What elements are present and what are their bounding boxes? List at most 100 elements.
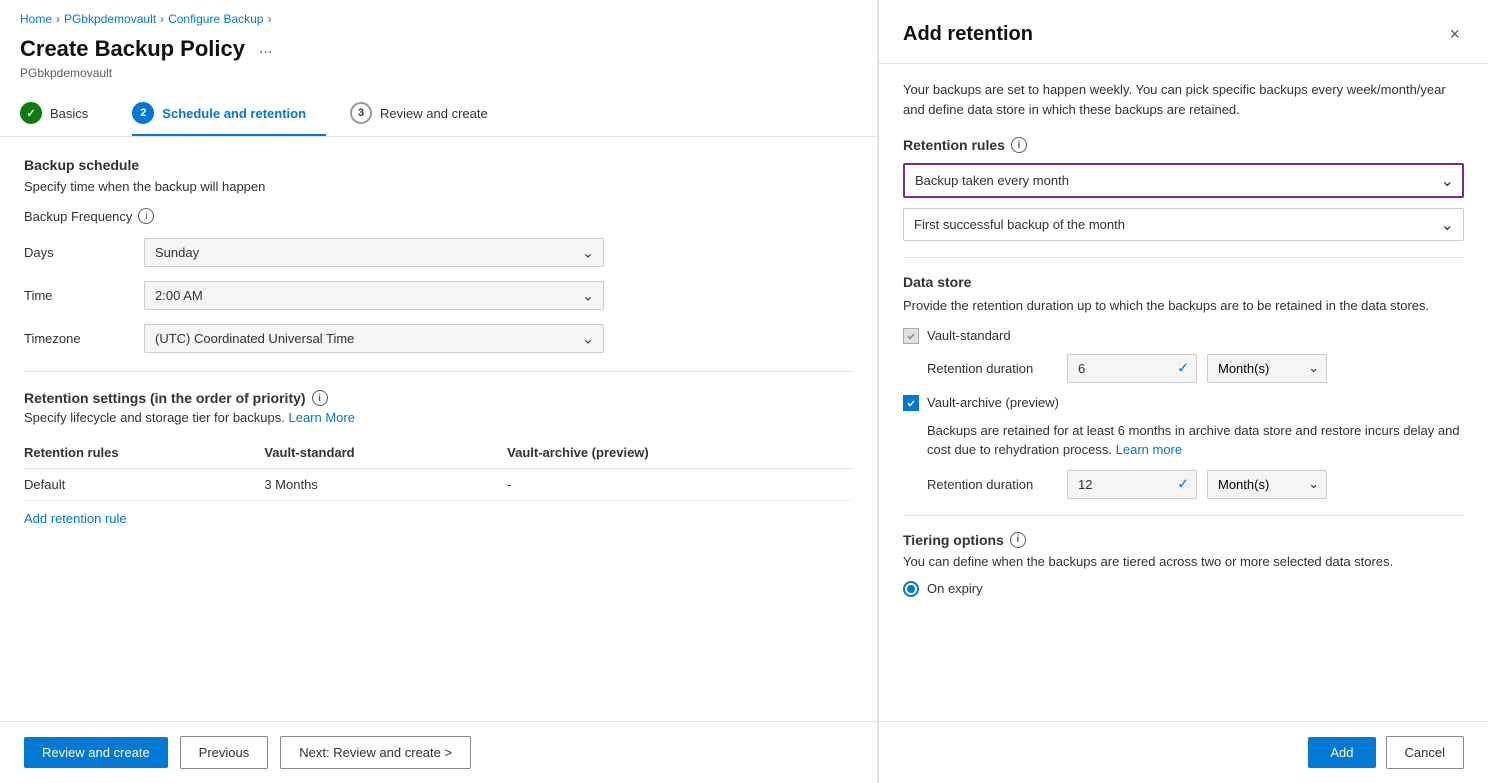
retention-dropdown2[interactable]: First successful backup of the month [903,208,1464,241]
breadcrumb-configure[interactable]: Configure Backup [168,12,263,26]
vault-archive-unit-wrap: Month(s) [1207,470,1327,499]
breadcrumb-sep3: › [267,12,271,26]
tab-basics-num: ✓ [20,102,42,124]
datastore-title: Data store [903,274,1464,290]
vault-archive-unit-select[interactable]: Month(s) [1207,470,1327,499]
timezone-label: Timezone [24,331,144,346]
vault-archive-checkbox[interactable] [903,395,919,411]
archive-learn-more-link[interactable]: Learn more [1116,442,1182,457]
col-retention-rules: Retention rules [24,437,254,469]
ellipsis-button[interactable]: ... [253,38,278,60]
timezone-row: Timezone (UTC) Coordinated Universal Tim… [24,324,853,353]
panel-description: Your backups are set to happen weekly. Y… [903,80,1464,119]
backup-schedule-desc: Specify time when the backup will happen [24,179,853,194]
table-row: Default 3 Months - [24,469,853,501]
backup-schedule-title: Backup schedule [24,157,853,173]
time-select[interactable]: 2:00 AM [144,281,604,310]
tab-review-label: Review and create [380,106,488,121]
vault-standard-checkbox [903,328,919,344]
vault-standard-label: Vault-standard [927,328,1011,343]
time-select-wrapper: 2:00 AM [144,281,604,310]
review-create-button[interactable]: Review and create [24,737,168,768]
vault-standard-duration-check-icon: ✓ [1177,360,1189,377]
col-vault-standard: Vault-standard [254,437,497,469]
panel-retention-rules-info-icon: i [1011,137,1027,153]
retention-dropdown1-wrapper: Backup taken every month [903,163,1464,198]
time-row: Time 2:00 AM [24,281,853,310]
panel-title: Add retention [903,23,1033,46]
left-panel-footer: Review and create Previous Next: Review … [0,721,877,783]
tab-review-num: 3 [350,102,372,124]
tabs-bar: ✓ Basics 2 Schedule and retention 3 Revi… [0,92,877,137]
cancel-button[interactable]: Cancel [1386,736,1464,769]
vault-standard-unit-select[interactable]: Month(s) [1207,354,1327,383]
tab-review[interactable]: 3 Review and create [350,92,508,136]
vault-standard-unit-wrap: Month(s) [1207,354,1327,383]
retention-info-icon: i [312,390,328,406]
page-title: Create Backup Policy [20,36,245,62]
timezone-select-wrapper: (UTC) Coordinated Universal Time [144,324,604,353]
retention-settings-desc: Specify lifecycle and storage tier for b… [24,410,853,425]
panel-content: Your backups are set to happen weekly. Y… [879,64,1488,721]
add-retention-rule-link[interactable]: Add retention rule [24,511,127,526]
on-expiry-radio[interactable] [903,581,919,597]
vault-archive-label: Vault-archive (preview) [927,395,1059,410]
vault-standard-duration-input-wrap: ✓ [1067,354,1197,383]
on-expiry-radio-row: On expiry [903,581,1464,597]
tab-schedule-num: 2 [132,102,154,124]
breadcrumb-home[interactable]: Home [20,12,52,26]
tiering-desc: You can define when the backups are tier… [903,554,1464,569]
breadcrumb: Home › PGbkpdemovault › Configure Backup… [0,0,877,32]
datastore-desc: Provide the retention duration up to whi… [903,296,1464,316]
days-label: Days [24,245,144,260]
vault-standard-checkbox-row: Vault-standard [903,328,1464,344]
time-label: Time [24,288,144,303]
tiering-title: Tiering options i [903,532,1464,548]
archive-note: Backups are retained for at least 6 mont… [927,421,1464,460]
vault-archive-checkbox-row: Vault-archive (preview) [903,395,1464,411]
days-select[interactable]: Sunday [144,238,604,267]
breadcrumb-vault[interactable]: PGbkpdemovault [64,12,156,26]
row-vault-standard-val: 3 Months [254,469,497,501]
breadcrumb-sep2: › [160,12,164,26]
add-button[interactable]: Add [1308,737,1375,768]
panel-divider1 [903,257,1464,258]
page-subtitle: PGbkpdemovault [0,66,877,92]
row-rule-name: Default [24,469,254,501]
next-button[interactable]: Next: Review and create > [280,736,471,769]
previous-button[interactable]: Previous [180,736,269,769]
panel-retention-rules-title: Retention rules i [903,137,1464,153]
tab-basics-label: Basics [50,106,88,121]
retention-dropdown1[interactable]: Backup taken every month [903,163,1464,198]
vault-archive-duration-input-wrap: ✓ [1067,470,1197,499]
section-divider [24,371,853,372]
breadcrumb-sep1: › [56,12,60,26]
vault-archive-duration-label: Retention duration [927,477,1057,492]
days-row: Days Sunday [24,238,853,267]
left-panel: Home › PGbkpdemovault › Configure Backup… [0,0,878,783]
backup-frequency-label: Backup Frequency i [24,208,853,224]
retention-dropdown2-wrapper: First successful backup of the month [903,208,1464,241]
tab-schedule-label: Schedule and retention [162,106,306,121]
tab-basics[interactable]: ✓ Basics [20,92,108,136]
vault-archive-duration-row: Retention duration ✓ Month(s) [927,470,1464,499]
learn-more-link[interactable]: Learn More [288,410,354,425]
vault-archive-duration-check-icon: ✓ [1177,476,1189,493]
days-select-wrapper: Sunday [144,238,604,267]
panel-footer: Add Cancel [879,721,1488,783]
vault-standard-duration-row: Retention duration ✓ Month(s) [927,354,1464,383]
on-expiry-label: On expiry [927,581,983,596]
panel-header: Add retention × [879,0,1488,64]
tiering-info-icon: i [1010,532,1026,548]
close-button[interactable]: × [1445,20,1464,49]
timezone-select[interactable]: (UTC) Coordinated Universal Time [144,324,604,353]
row-vault-archive-val: - [497,469,853,501]
col-vault-archive: Vault-archive (preview) [497,437,853,469]
panel-divider2 [903,515,1464,516]
tab-schedule[interactable]: 2 Schedule and retention [132,92,326,136]
vault-standard-duration-label: Retention duration [927,361,1057,376]
retention-table: Retention rules Vault-standard Vault-arc… [24,437,853,501]
main-content: Backup schedule Specify time when the ba… [0,137,877,721]
backup-frequency-info-icon: i [138,208,154,224]
retention-settings-title: Retention settings (in the order of prio… [24,390,853,406]
